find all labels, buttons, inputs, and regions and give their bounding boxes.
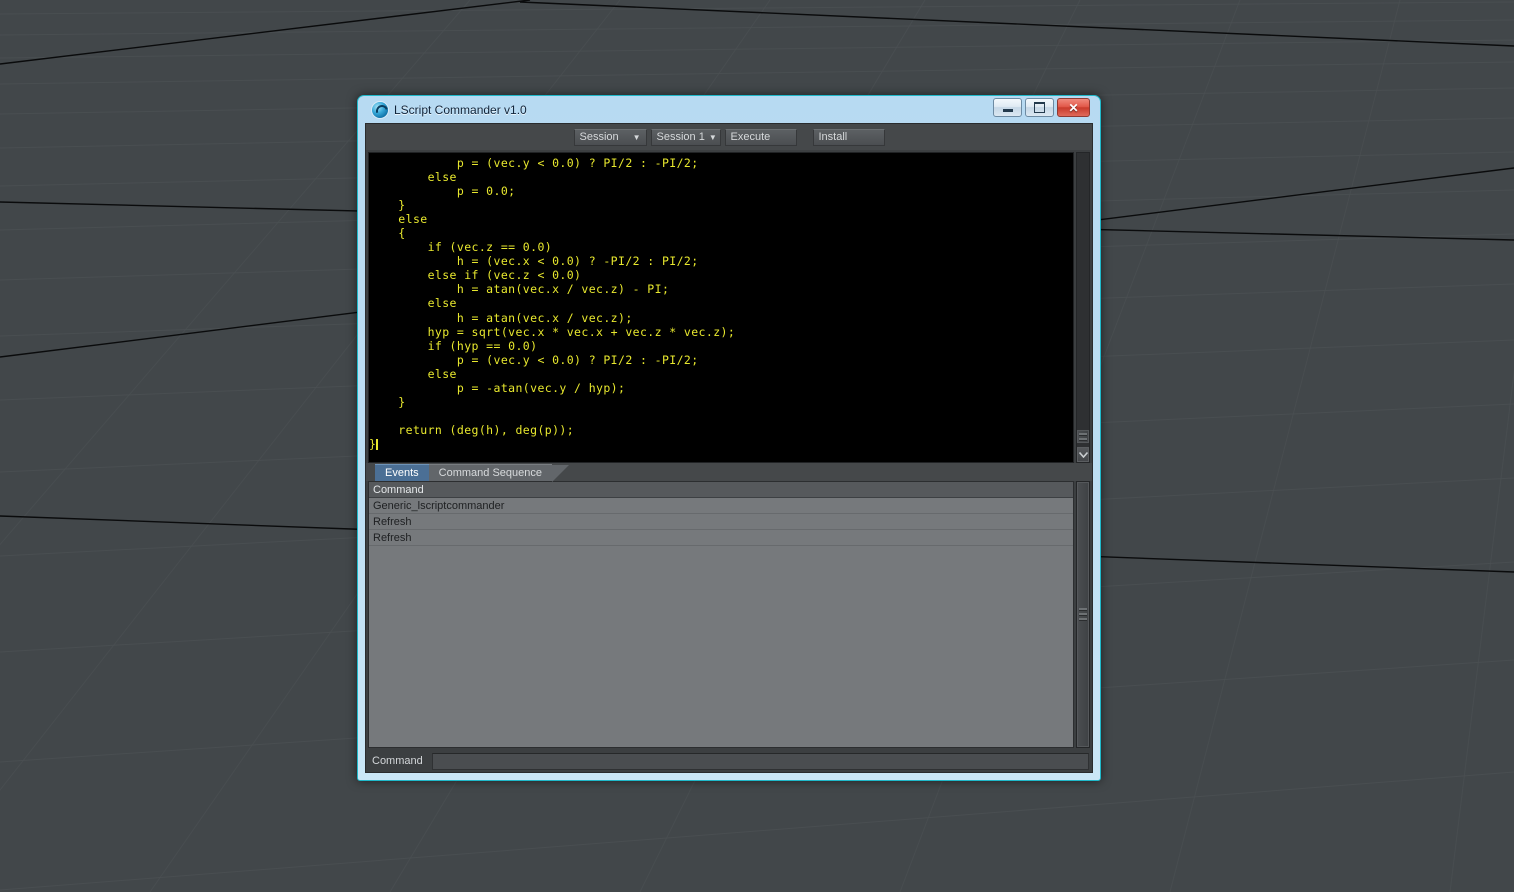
toolbar: Session ▼ Session 1 ▼ Execute Install bbox=[366, 124, 1092, 150]
events-list[interactable]: Command Generic_lscriptcommander Refresh… bbox=[368, 481, 1074, 748]
execute-label: Execute bbox=[730, 131, 771, 143]
restore-icon bbox=[1034, 102, 1045, 113]
list-column-header: Command bbox=[369, 482, 1073, 498]
editor-scrollbar[interactable] bbox=[1076, 152, 1090, 463]
window-title: LScript Commander v1.0 bbox=[394, 102, 527, 117]
window-controls: ✕ bbox=[993, 98, 1090, 117]
session-type-value: Session bbox=[579, 131, 619, 143]
panel-tabs: Events Command Sequence bbox=[366, 463, 1092, 482]
list-item[interactable]: Refresh bbox=[369, 514, 1073, 530]
editor-scroll-thumb[interactable] bbox=[1077, 430, 1089, 443]
titlebar[interactable]: LScript Commander v1.0 ✕ bbox=[365, 96, 1093, 123]
session-type-dropdown[interactable]: Session ▼ bbox=[573, 128, 647, 146]
tab-events[interactable]: Events bbox=[375, 464, 429, 481]
command-input[interactable] bbox=[431, 752, 1089, 770]
session-number-value: Session 1 bbox=[656, 131, 705, 143]
code-last-line: } bbox=[369, 436, 377, 451]
list-item-label: Refresh bbox=[373, 531, 412, 544]
list-scrollbar[interactable] bbox=[1076, 481, 1090, 748]
list-item[interactable]: Generic_lscriptcommander bbox=[369, 498, 1073, 514]
lscript-spiral-icon bbox=[372, 101, 388, 118]
command-label: Command bbox=[372, 755, 423, 767]
chevron-down-icon: ▼ bbox=[708, 132, 717, 142]
minimize-icon bbox=[1002, 108, 1013, 112]
code-body: p = (vec.y < 0.0) ? PI/2 : -PI/2; else p… bbox=[398, 156, 736, 437]
list-item[interactable]: Refresh bbox=[369, 530, 1073, 546]
command-bar: Command bbox=[366, 750, 1092, 772]
session-number-dropdown[interactable]: Session 1 ▼ bbox=[650, 128, 721, 146]
install-button[interactable]: Install bbox=[812, 128, 885, 146]
list-region: Command Generic_lscriptcommander Refresh… bbox=[366, 481, 1092, 750]
window-frame: LScript Commander v1.0 ✕ Session ▼ Sessi… bbox=[358, 96, 1100, 780]
chevron-down-icon bbox=[1078, 451, 1088, 458]
close-button[interactable]: ✕ bbox=[1057, 98, 1090, 117]
window-client-area: Session ▼ Session 1 ▼ Execute Install p … bbox=[365, 123, 1093, 773]
install-label: Install bbox=[818, 131, 848, 143]
column-header-command: Command bbox=[373, 483, 424, 496]
list-scroll-thumb[interactable] bbox=[1077, 482, 1089, 747]
restore-button[interactable] bbox=[1025, 98, 1054, 117]
grip-lines-icon bbox=[1079, 431, 1087, 443]
list-item-label: Refresh bbox=[373, 515, 412, 528]
list-item-label: Generic_lscriptcommander bbox=[373, 499, 505, 512]
list-body: Generic_lscriptcommander Refresh Refresh bbox=[369, 498, 1073, 747]
code-editor[interactable]: p = (vec.y < 0.0) ? PI/2 : -PI/2; else p… bbox=[368, 152, 1074, 463]
grip-lines-icon bbox=[1079, 606, 1087, 623]
editor-region: p = (vec.y < 0.0) ? PI/2 : -PI/2; else p… bbox=[366, 150, 1092, 463]
chevron-down-icon: ▼ bbox=[632, 132, 641, 142]
execute-button[interactable]: Execute bbox=[724, 128, 797, 146]
scroll-down-button[interactable] bbox=[1077, 447, 1089, 462]
tab-command-sequence[interactable]: Command Sequence bbox=[428, 464, 570, 482]
minimize-button[interactable] bbox=[993, 98, 1022, 117]
code-text: p = (vec.y < 0.0) ? PI/2 : -PI/2; else p… bbox=[369, 153, 1073, 451]
tab-events-label: Events bbox=[385, 467, 419, 479]
editor-scroll-track-upper[interactable] bbox=[1077, 153, 1089, 430]
close-icon: ✕ bbox=[1068, 100, 1079, 115]
lscript-commander-window: LScript Commander v1.0 ✕ Session ▼ Sessi… bbox=[357, 95, 1101, 781]
tab-command-sequence-label: Command Sequence bbox=[438, 467, 542, 479]
text-caret bbox=[376, 438, 379, 450]
